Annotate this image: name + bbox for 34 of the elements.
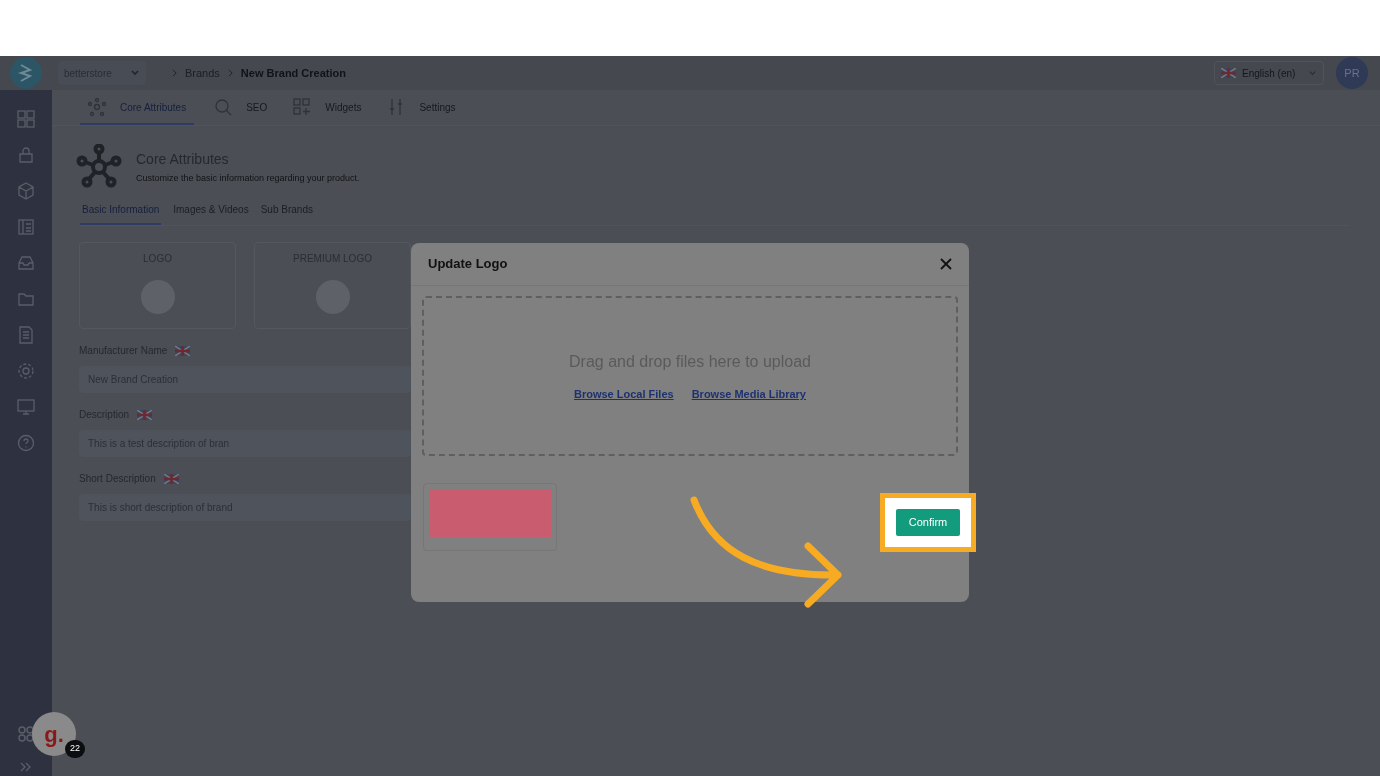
- list-icon[interactable]: [17, 218, 35, 236]
- count-badge: 22: [65, 740, 85, 758]
- uk-flag-icon: [175, 345, 191, 356]
- settings-icon[interactable]: [17, 362, 35, 380]
- close-icon[interactable]: [940, 258, 952, 270]
- browse-link[interactable]: Browse Media Library: [691, 385, 806, 403]
- user-avatar[interactable]: PR: [1336, 57, 1368, 89]
- browse-link[interactable]: Browse Local Files: [574, 385, 674, 403]
- breadcrumb-current: New Brand Creation: [240, 65, 346, 81]
- caret-icon: [130, 68, 140, 78]
- chevron-icon: [227, 69, 233, 77]
- caret-icon: [1308, 68, 1317, 78]
- grid-icon[interactable]: [17, 110, 35, 128]
- tab[interactable]: SEO: [208, 91, 274, 125]
- document-icon[interactable]: [17, 326, 35, 344]
- thumbnail-card[interactable]: [423, 483, 557, 551]
- network-nodes-icon: [76, 144, 122, 190]
- chevron-icon: [172, 69, 177, 77]
- uk-flag-icon: [137, 409, 153, 420]
- expand-icon[interactable]: [20, 762, 32, 772]
- app-logo[interactable]: [10, 57, 42, 89]
- uk-flag-icon: [1221, 68, 1236, 78]
- folder-icon[interactable]: [17, 290, 35, 308]
- apps-grid-icon[interactable]: [18, 726, 34, 742]
- tray-icon[interactable]: [17, 254, 35, 272]
- magnifier-icon: [214, 98, 233, 116]
- modal-title: Update Logo: [428, 255, 508, 274]
- grid-plus-icon: [293, 98, 312, 116]
- network-nodes-icon: [88, 98, 106, 116]
- confirm-button[interactable]: Confirm: [896, 509, 960, 536]
- box-icon[interactable]: [17, 182, 35, 200]
- uk-flag-icon: [163, 473, 179, 484]
- help-icon[interactable]: [17, 434, 35, 452]
- monitor-icon[interactable]: [17, 398, 35, 416]
